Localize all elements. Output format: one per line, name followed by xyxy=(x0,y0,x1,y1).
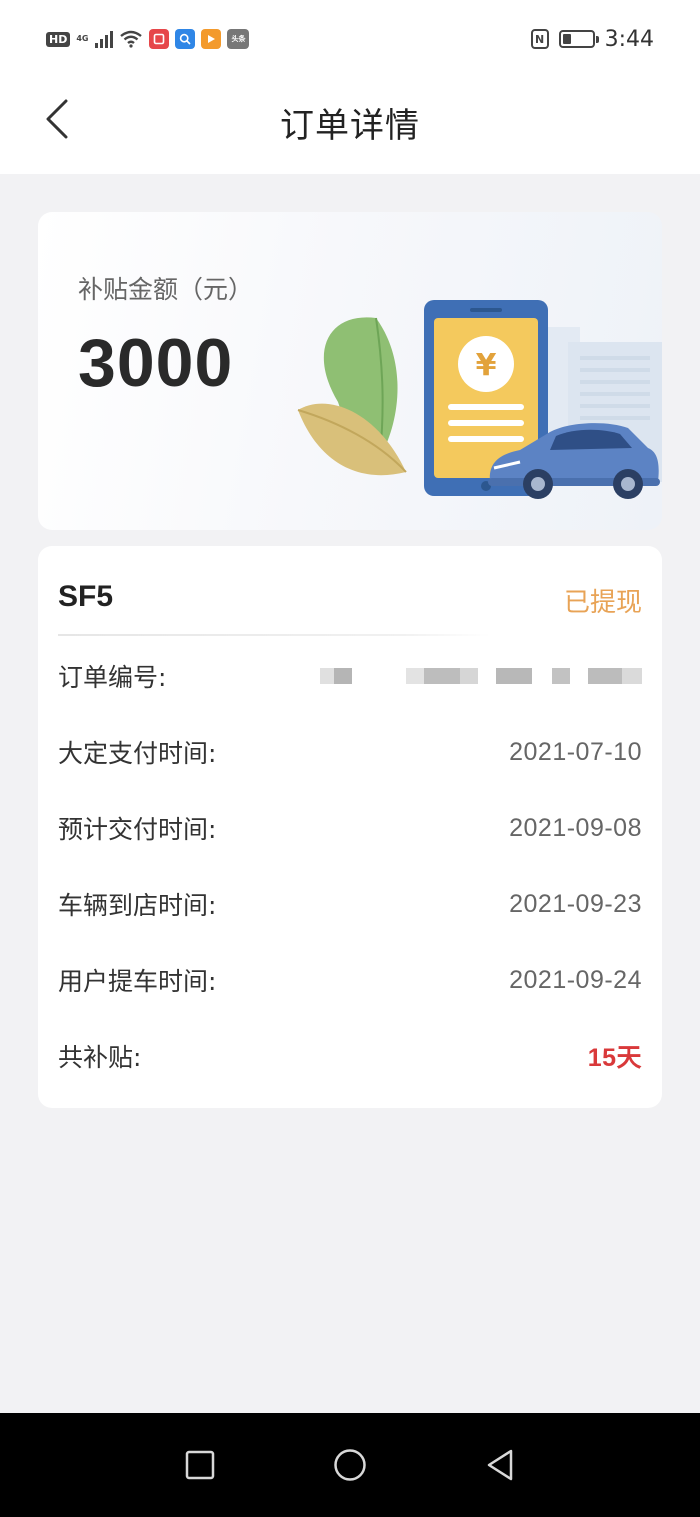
recents-button[interactable] xyxy=(174,1439,226,1491)
deposit-date-value: 2021-07-10 xyxy=(509,737,642,766)
app-red-icon xyxy=(149,29,170,49)
phone-car-illustration: ¥ xyxy=(297,300,662,499)
app-blue-icon xyxy=(175,29,196,49)
triangle-back-icon xyxy=(487,1449,513,1481)
toutiao-icon: 头条 xyxy=(227,29,250,49)
car-model: SF5 xyxy=(58,580,114,613)
yen-icon: ¥ xyxy=(476,348,497,383)
order-number-masked xyxy=(320,668,642,684)
nfc-icon: N xyxy=(530,29,549,49)
hd-icon: HD xyxy=(46,31,71,47)
subsidy-banner: 补贴金额（元） 3000 ¥ xyxy=(38,212,662,530)
pickup-date-label: 用户提车时间: xyxy=(58,967,217,996)
battery-level xyxy=(562,34,571,44)
page-header: 订单详情 xyxy=(0,78,700,174)
signal-icon xyxy=(95,30,114,48)
subsidy-amount-value: 3000 xyxy=(78,325,234,401)
subsidy-amount-label: 补贴金额（元） xyxy=(78,275,254,304)
divider xyxy=(58,634,490,636)
network-type-label: 4G xyxy=(76,34,89,43)
order-row-expected-delivery: 预计交付时间: 2021-09-08 xyxy=(58,808,642,848)
wifi-icon xyxy=(120,30,143,48)
status-left-icons: HD 4G 头条 xyxy=(46,29,250,49)
expected-delivery-value: 2021-09-08 xyxy=(509,813,642,842)
page-title: 订单详情 xyxy=(280,106,420,146)
status-right-icons: N 3:44 xyxy=(530,26,654,52)
circle-home-icon xyxy=(334,1449,366,1481)
deposit-date-label: 大定支付时间: xyxy=(58,739,217,768)
order-row-arrival-date: 车辆到店时间: 2021-09-23 xyxy=(58,884,642,924)
back-nav-button[interactable] xyxy=(474,1439,526,1491)
arrival-date-label: 车辆到店时间: xyxy=(58,891,217,920)
battery-icon xyxy=(558,30,599,48)
total-subsidy-label: 共补贴: xyxy=(58,1043,142,1072)
total-subsidy-value: 15天 xyxy=(587,1044,642,1072)
order-info-card: SF5 已提现 订单编号: 大定支付时间: 2021-07-10 预计交付时间:… xyxy=(38,546,662,1108)
app-orange-icon xyxy=(201,29,222,49)
order-info-header: SF5 已提现 xyxy=(58,576,642,624)
status-bar: HD 4G 头条 N 3:44 xyxy=(0,0,700,78)
pickup-date-value: 2021-09-24 xyxy=(509,965,642,994)
square-recents-icon xyxy=(185,1450,215,1480)
order-row-total-subsidy: 共补贴: 15天 xyxy=(58,1036,642,1076)
system-nav-bar xyxy=(0,1413,700,1517)
home-button[interactable] xyxy=(324,1439,376,1491)
order-status-badge: 已提现 xyxy=(563,588,642,618)
expected-delivery-label: 预计交付时间: xyxy=(58,815,217,844)
clock: 3:44 xyxy=(604,26,654,52)
order-row-pickup-date: 用户提车时间: 2021-09-24 xyxy=(58,960,642,1000)
order-row-number: 订单编号: xyxy=(58,656,642,696)
order-number-label: 订单编号: xyxy=(58,663,167,692)
order-row-deposit-date: 大定支付时间: 2021-07-10 xyxy=(58,732,642,772)
arrival-date-value: 2021-09-23 xyxy=(509,889,642,918)
